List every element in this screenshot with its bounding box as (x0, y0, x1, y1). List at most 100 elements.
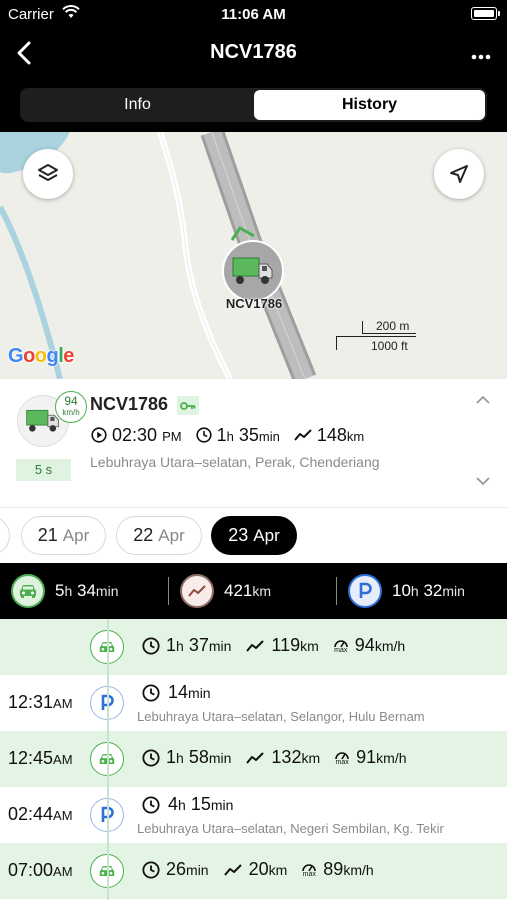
drive-stats: 1h 58 min 132 km max 91 km/h (142, 747, 421, 768)
scale-bottom-label: 1000 ft (371, 339, 408, 353)
park-minutes: 15 (190, 794, 211, 814)
max-speed: 89 (323, 859, 344, 879)
drive-hours: 1 (166, 635, 177, 655)
summary-driving: 5h 34min (11, 572, 118, 610)
page-title: NCV1786 (210, 41, 297, 63)
divider (336, 577, 337, 605)
vehicle-trip-summary: 02:30 PM 1h 35 min 148 km (91, 425, 378, 445)
vehicle-card[interactable]: 94 km/h 5 s NCV1786 02:30 PM 1h 35 min 14… (0, 379, 507, 507)
date-selector[interactable]: 21 Apr 22 Apr 23 Apr (0, 507, 507, 563)
history-timeline[interactable]: 1h 37 min 119 km max 94 km/h 12:31AM 14 min … (0, 619, 507, 900)
date-month: Apr (158, 526, 185, 545)
timeline-drive-row[interactable]: 1h 37 min 119 km max 94 km/h (0, 619, 507, 675)
date-pill-selected[interactable]: 23 Apr (211, 516, 297, 555)
drive-minutes: 58 (188, 747, 209, 767)
drive-distance: 119 (271, 635, 301, 655)
car-icon (11, 574, 45, 608)
clock-icon (195, 427, 212, 443)
duration-minutes: 35 (238, 424, 259, 445)
max-speed: 94 (354, 635, 375, 655)
map-view[interactable]: NCV1786 200 m 1000 ft Google (0, 132, 507, 379)
park-duration: 4h 15 min (142, 794, 233, 815)
date-day: 21 (37, 525, 58, 545)
ignition-key-icon (177, 396, 199, 415)
row-time: 07:00AM (8, 860, 73, 880)
timeline-drive-row[interactable]: 07:00AM 26 min 20 km max 89 km/h (0, 843, 507, 899)
clock-icon (142, 795, 160, 814)
truck-icon (232, 257, 273, 284)
duration-hours: 1 (216, 424, 227, 445)
trip-distance: 148 (316, 424, 347, 445)
day-summary-bar: 5h 34min 421km 10h 32min (0, 563, 507, 619)
trend-icon (245, 639, 265, 653)
drive-hours: 1 (166, 747, 177, 767)
ellipsis-icon (471, 54, 491, 60)
summary-park-minutes: 32 (423, 581, 443, 600)
status-bar: Carrier 11:06 AM (0, 0, 507, 28)
clock-icon (142, 748, 160, 767)
last-update-chip: 5 s (16, 459, 71, 481)
date-day: 22 (133, 525, 154, 545)
drive-minutes: 37 (188, 635, 209, 655)
vehicle-marker[interactable] (222, 240, 284, 302)
summary-parking: 10h 32min (348, 572, 465, 610)
park-minutes: 14 (168, 682, 189, 702)
map-scale: 200 m 1000 ft (336, 318, 416, 354)
vehicle-marker-label: NCV1786 (225, 296, 283, 311)
speedometer-icon: max (334, 749, 350, 766)
date-pill[interactable]: 22 Apr (116, 516, 202, 555)
park-duration: 14 min (142, 682, 211, 703)
clock-icon (142, 860, 160, 879)
vehicle-plate: NCV1786 (90, 394, 169, 414)
clock-icon (142, 683, 160, 702)
park-address: Lebuhraya Utara–selatan, Negeri Sembilan… (137, 821, 444, 836)
summary-distance: 421km (180, 572, 271, 610)
date-month: Apr (62, 526, 90, 545)
date-day: 23 (228, 525, 249, 545)
battery-icon (471, 7, 500, 20)
my-location-button[interactable] (434, 149, 484, 199)
date-pill[interactable]: 21 Apr (21, 516, 106, 555)
speedometer-icon: max (333, 637, 349, 654)
divider (168, 577, 169, 605)
speed-value: 94 (64, 394, 78, 408)
drive-distance: 132 (271, 747, 302, 767)
park-hours: 4 (168, 794, 179, 814)
scale-top-label: 200 m (376, 319, 410, 333)
distance-trend-icon (180, 574, 214, 608)
tab-info[interactable]: Info (22, 90, 253, 120)
max-speed: 91 (356, 747, 377, 767)
trend-icon (245, 751, 265, 765)
segment-bar: Info History (0, 78, 507, 132)
summary-park-hours: 10 (392, 581, 411, 600)
drive-minutes: 26 (166, 859, 187, 879)
more-options-button[interactable] (471, 40, 491, 66)
vehicle-address: Lebuhraya Utara–selatan, Perak, Chenderi… (90, 454, 380, 470)
row-time: 12:45AM (8, 748, 73, 768)
park-address: Lebuhraya Utara–selatan, Selangor, Hulu … (137, 709, 425, 724)
trend-icon (294, 428, 312, 442)
summary-drive-minutes: 34 (77, 581, 96, 600)
map-layers-button[interactable] (23, 149, 73, 199)
tab-history[interactable]: History (254, 90, 485, 120)
timeline-drive-row[interactable]: 12:45AM 1h 58 min 132 km max 91 km/h (0, 731, 507, 787)
chevron-up-icon[interactable] (475, 395, 491, 405)
google-logo: Google (8, 345, 74, 367)
chevron-down-icon[interactable] (475, 476, 491, 486)
nav-bar: NCV1786 (0, 28, 507, 78)
row-time: 12:31AM (8, 692, 73, 712)
speed-badge: 94 km/h (55, 391, 87, 423)
row-time: 02:44AM (8, 804, 73, 824)
parking-icon (348, 574, 382, 608)
date-pill-previous[interactable] (0, 516, 10, 555)
timeline-connector (107, 619, 109, 900)
timeline-park-row[interactable]: 02:44AM 4h 15 min Lebuhraya Utara–selatan… (0, 787, 507, 843)
clock-icon (142, 636, 160, 655)
date-month: Apr (253, 526, 280, 545)
drive-distance: 20 (248, 859, 269, 879)
speedometer-icon: max (301, 861, 317, 878)
summary-distance-value: 421 (224, 581, 253, 600)
timeline-park-row[interactable]: 12:31AM 14 min Lebuhraya Utara–selatan, S… (0, 675, 507, 731)
segmented-control: Info History (20, 88, 487, 122)
drive-stats: 26 min 20 km max 89 km/h (142, 859, 388, 880)
